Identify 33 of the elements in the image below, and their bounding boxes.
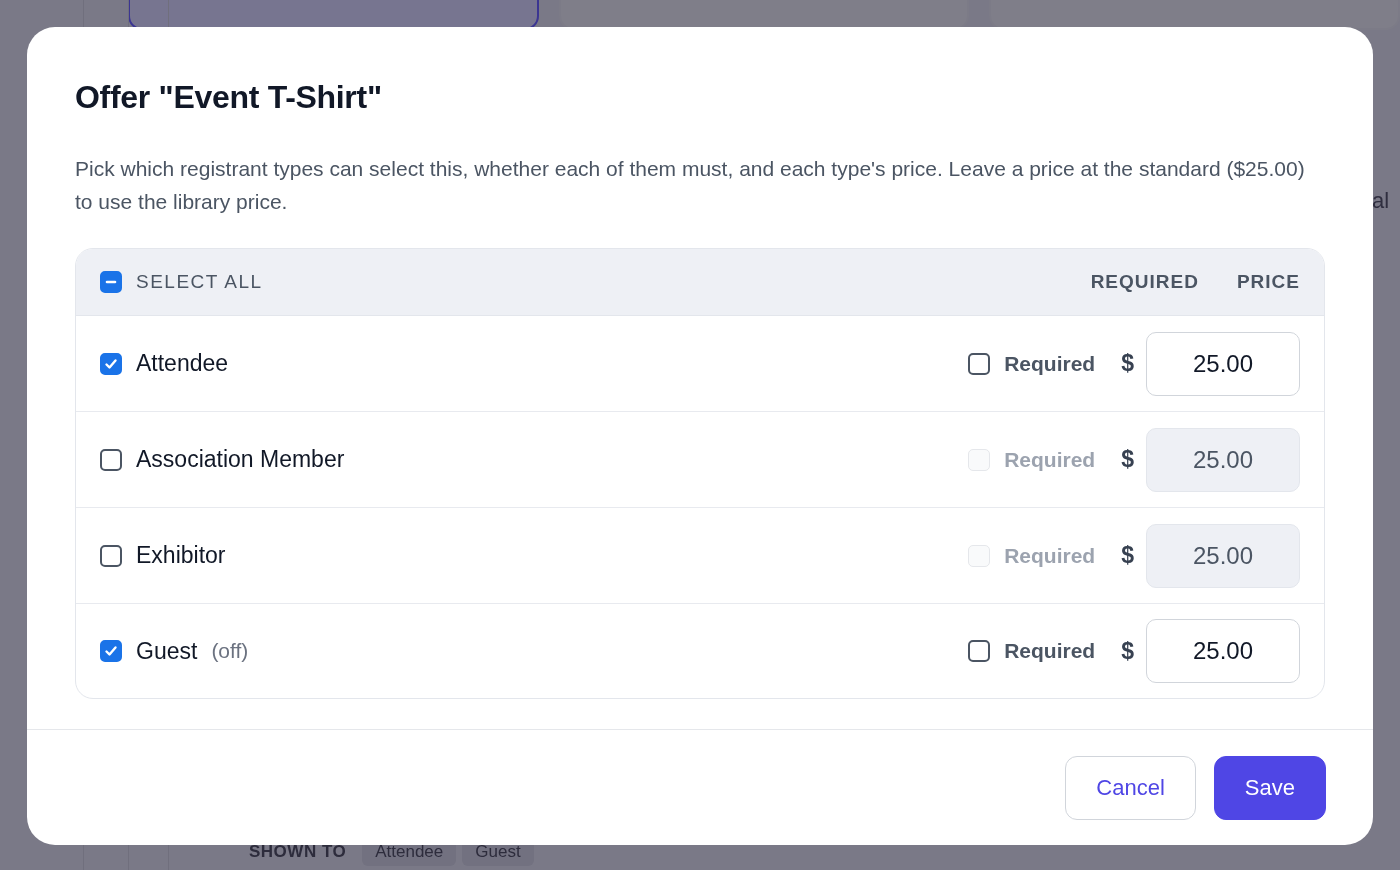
registrant-type: Guest — [136, 637, 198, 665]
required-label: Required — [1004, 351, 1096, 376]
required-checkbox[interactable] — [968, 352, 991, 375]
check-icon — [104, 356, 118, 371]
row-checkbox[interactable] — [100, 544, 122, 567]
dialog-title: Offer "Event T-Shirt" — [75, 79, 383, 116]
required-label: Required — [1004, 543, 1096, 568]
row-checkbox[interactable] — [100, 352, 122, 375]
save-button[interactable]: Save — [1213, 755, 1326, 820]
registrant-type: Attendee — [136, 350, 229, 377]
row-checkbox[interactable] — [100, 448, 122, 471]
required-label: Required — [1004, 447, 1096, 472]
registrant-type: Exhibitor — [136, 542, 226, 569]
registrant-type: Association Member — [136, 446, 345, 473]
side-text: al — [1372, 188, 1390, 214]
cancel-button[interactable]: Cancel — [1065, 755, 1196, 820]
status-note: (off) — [211, 639, 249, 663]
shown-to-label: SHOWN TO — [249, 842, 347, 862]
select-all-label: SELECT ALL — [136, 271, 264, 293]
required-checkbox[interactable] — [968, 640, 991, 662]
row-checkbox[interactable] — [100, 640, 122, 662]
required-label: Required — [1004, 639, 1096, 663]
column-header: REQUIRED — [1090, 271, 1199, 293]
price-field[interactable]: 25.00 — [1146, 331, 1300, 396]
currency-symbol: $ — [1121, 542, 1134, 569]
currency-symbol: $ — [1121, 350, 1134, 377]
check-icon — [104, 644, 118, 658]
currency-symbol: $ — [1121, 637, 1134, 665]
select-all-checkbox[interactable] — [100, 271, 122, 293]
column-header: PRICE — [1236, 271, 1300, 293]
currency-symbol: $ — [1121, 446, 1134, 473]
dialog-description: Pick which registrant types can select this, whether each of them must, and each type's price. Leave a price at the standard ($25.00) to use the library price. — [75, 156, 1306, 215]
price-field[interactable]: 25.00 — [1146, 619, 1300, 683]
